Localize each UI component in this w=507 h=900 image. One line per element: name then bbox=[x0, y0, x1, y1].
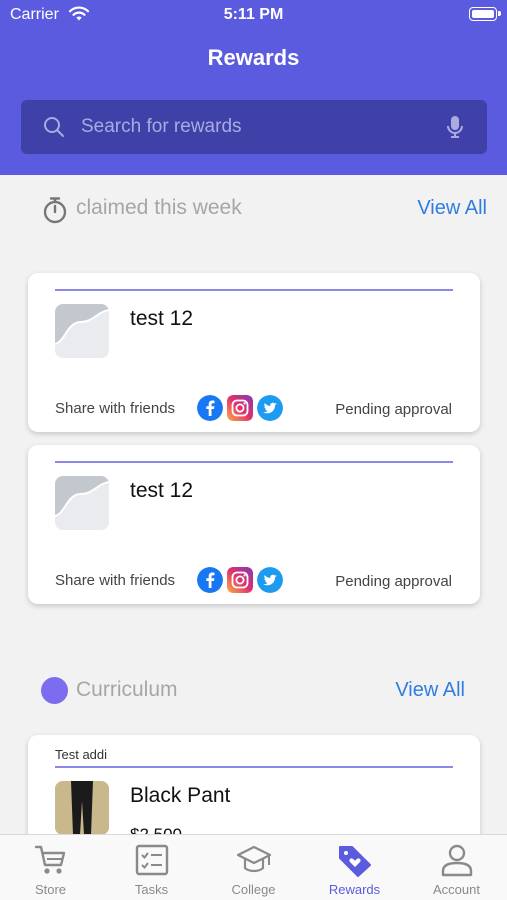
tasks-icon bbox=[135, 844, 169, 876]
tab-label: Store bbox=[34, 882, 67, 897]
card-divider bbox=[55, 766, 453, 768]
facebook-icon[interactable] bbox=[197, 395, 223, 421]
share-label: Share with friends bbox=[55, 400, 176, 417]
section-title: claimed this week bbox=[76, 196, 242, 219]
section-title: Curriculum bbox=[76, 678, 178, 701]
reward-name: test 12 bbox=[130, 307, 194, 330]
tab-account[interactable]: Account bbox=[406, 835, 507, 900]
pants-image bbox=[55, 781, 109, 835]
search-icon bbox=[44, 117, 64, 137]
page-title: Rewards bbox=[207, 45, 300, 70]
section-curriculum-header: Curriculum View All bbox=[0, 670, 507, 710]
reward-name: test 12 bbox=[130, 479, 194, 502]
stopwatch-icon bbox=[43, 197, 67, 224]
graduation-cap-icon bbox=[236, 845, 272, 873]
clock: 5:11 PM bbox=[223, 6, 284, 23]
tab-label: College bbox=[231, 882, 276, 897]
tab-college[interactable]: College bbox=[203, 835, 304, 900]
battery-icon bbox=[469, 7, 501, 21]
reward-thumbnail bbox=[55, 304, 109, 358]
tab-rewards[interactable]: Rewards bbox=[304, 835, 405, 900]
search-bar[interactable] bbox=[21, 100, 487, 154]
approval-status: Pending approval bbox=[335, 573, 452, 590]
tag-heart-icon bbox=[339, 846, 371, 877]
app-header: Carrier 5:11 PM Rewards bbox=[0, 0, 507, 175]
card-divider bbox=[55, 461, 453, 463]
instagram-icon[interactable] bbox=[227, 567, 253, 593]
view-all-curriculum-link[interactable]: View All bbox=[395, 679, 465, 702]
microphone-icon[interactable] bbox=[447, 115, 463, 139]
claimed-reward-card[interactable]: test 12 Share with friends Pending appro… bbox=[28, 445, 480, 604]
tab-store[interactable]: Store bbox=[0, 835, 101, 900]
cart-icon bbox=[34, 845, 66, 874]
share-label: Share with friends bbox=[55, 572, 176, 589]
curriculum-dot-icon bbox=[41, 677, 68, 704]
view-all-claimed-link[interactable]: View All bbox=[417, 197, 487, 220]
tab-label: Tasks bbox=[134, 882, 169, 897]
card-tag: Test addi bbox=[55, 747, 108, 762]
tab-label: Account bbox=[433, 882, 480, 897]
twitter-icon[interactable] bbox=[257, 567, 283, 593]
twitter-icon[interactable] bbox=[257, 395, 283, 421]
product-image bbox=[55, 781, 109, 835]
tab-label: Rewards bbox=[328, 882, 381, 897]
status-bar: Carrier 5:11 PM bbox=[0, 0, 507, 30]
image-placeholder-icon bbox=[55, 476, 109, 530]
section-claimed-header: claimed this week View All bbox=[0, 188, 507, 228]
approval-status: Pending approval bbox=[335, 401, 452, 418]
claimed-reward-card[interactable]: test 12 Share with friends Pending appro… bbox=[28, 273, 480, 432]
person-icon bbox=[441, 844, 473, 877]
search-input[interactable] bbox=[81, 100, 441, 154]
card-divider bbox=[55, 289, 453, 291]
image-placeholder-icon bbox=[55, 304, 109, 358]
reward-thumbnail bbox=[55, 476, 109, 530]
reward-name: Black Pant bbox=[130, 784, 231, 807]
tab-bar: Store Tasks College Rewards Account bbox=[0, 834, 507, 900]
tab-tasks[interactable]: Tasks bbox=[101, 835, 202, 900]
instagram-icon[interactable] bbox=[227, 395, 253, 421]
facebook-icon[interactable] bbox=[197, 567, 223, 593]
